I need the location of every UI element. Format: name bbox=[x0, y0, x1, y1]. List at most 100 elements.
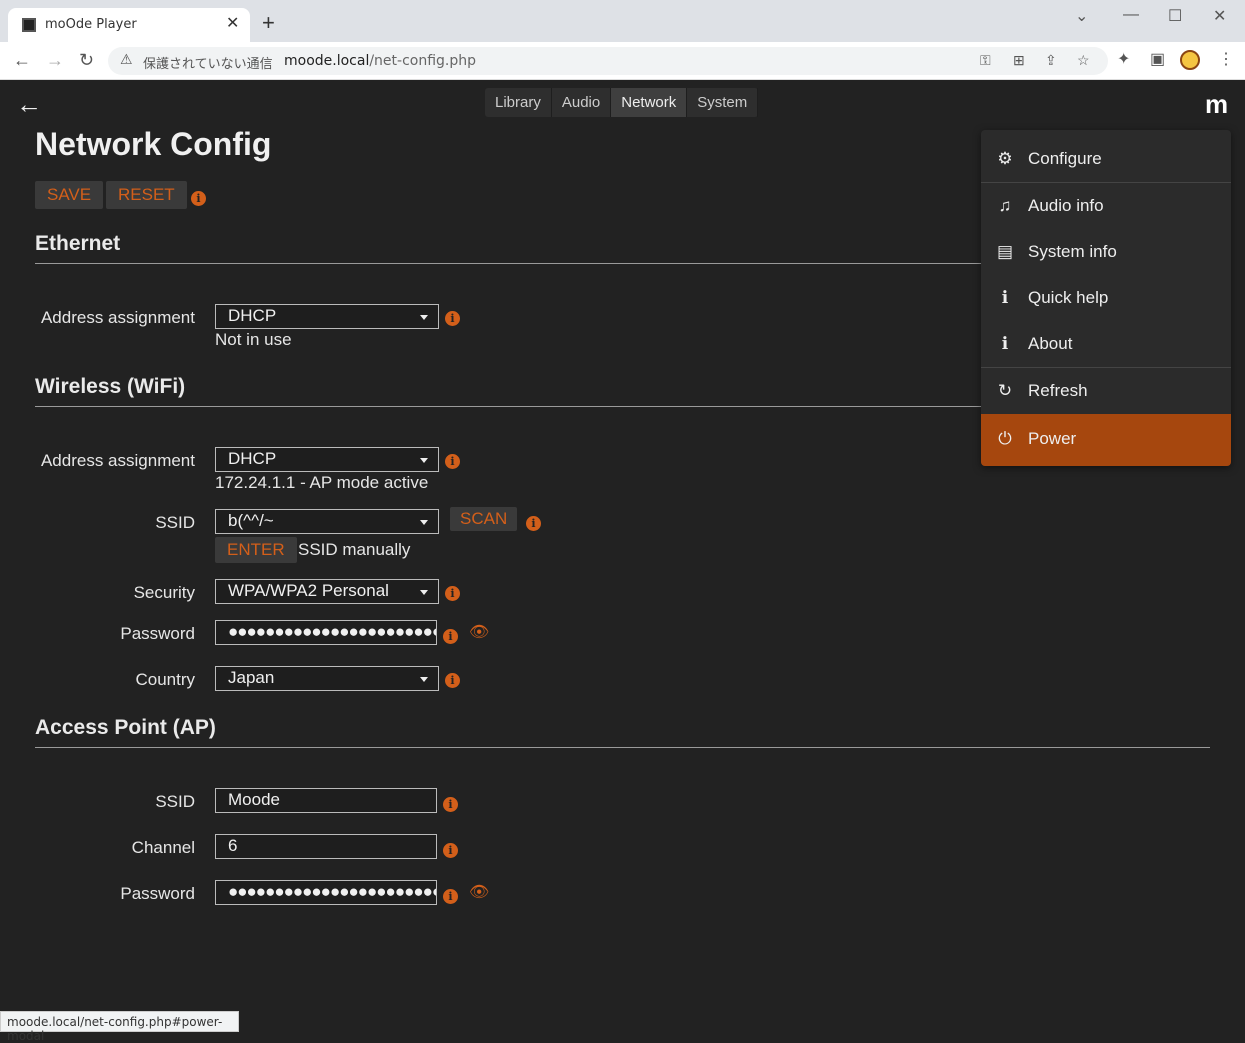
eth-address-label: Address assignment bbox=[40, 308, 195, 327]
wifi-password-input[interactable]: ●●●●●●●●●●●●●●●●●●●●●●●● bbox=[215, 620, 437, 645]
menu-kebab-icon[interactable]: ⋮ bbox=[1218, 49, 1234, 69]
eth-status: Not in use bbox=[215, 330, 292, 349]
ap-password-input[interactable]: ●●●●●●●●●●●●●●●●●●●●●●●● bbox=[215, 880, 437, 905]
window-close-icon[interactable]: ✕ bbox=[1213, 6, 1226, 26]
tab-title: moOde Player bbox=[45, 17, 137, 32]
scan-button[interactable]: SCAN bbox=[450, 507, 518, 531]
menu-item-label: System info bbox=[1028, 242, 1117, 261]
browser-tab[interactable]: moOde Player ✕ bbox=[8, 8, 250, 42]
info-icon[interactable]: i bbox=[445, 311, 460, 326]
country-value: Japan bbox=[228, 668, 275, 687]
menu-item-audio-info[interactable]: ♫ Audio info bbox=[981, 182, 1231, 228]
extensions-icon[interactable]: ✦ bbox=[1117, 49, 1130, 69]
divider bbox=[35, 747, 1210, 748]
wifi-status: 172.24.1.1 - AP mode active bbox=[215, 473, 429, 492]
browser-tab-strip: moOde Player ✕ + ⌄ — ☐ ✕ bbox=[0, 0, 1245, 42]
omnibox[interactable]: ⚠ 保護されていない通信 moode.local/net-config.php … bbox=[108, 47, 1108, 75]
wifi-ssid-value: b(^^/~ bbox=[228, 511, 274, 530]
maximize-icon[interactable]: ☐ bbox=[1168, 6, 1182, 26]
status-url-bar: moode.local/net-config.php#power-modal bbox=[0, 1011, 239, 1043]
music-note-icon: ♫ bbox=[998, 196, 1012, 215]
wifi-address-label: Address assignment bbox=[40, 451, 195, 470]
profile-avatar[interactable] bbox=[1180, 50, 1200, 70]
country-label: Country bbox=[135, 670, 195, 689]
reload-icon[interactable]: ↻ bbox=[79, 50, 94, 71]
side-panel-icon[interactable]: ▣ bbox=[1150, 49, 1165, 69]
menu-item-power[interactable]: ⏻ Power bbox=[981, 414, 1231, 466]
tab-system[interactable]: System bbox=[687, 88, 759, 117]
refresh-icon: ↻ bbox=[997, 381, 1013, 400]
menu-item-label: Quick help bbox=[1028, 288, 1109, 307]
back-arrow-icon[interactable]: ← bbox=[16, 89, 42, 120]
moode-logo[interactable]: m bbox=[1205, 89, 1228, 120]
menu-item-refresh[interactable]: ↻ Refresh bbox=[981, 367, 1231, 413]
save-button[interactable]: SAVE bbox=[35, 181, 104, 209]
menu-item-label: Power bbox=[1028, 429, 1077, 448]
address-bar: ← → ↻ ⚠ 保護されていない通信 moode.local/net-confi… bbox=[0, 42, 1245, 80]
favicon-icon bbox=[22, 18, 36, 32]
translate-icon[interactable]: ⊞ bbox=[1013, 52, 1025, 69]
back-icon[interactable]: ← bbox=[13, 50, 31, 71]
menu-item-label: About bbox=[1028, 334, 1073, 353]
key-icon[interactable]: ⚿ bbox=[980, 52, 991, 69]
forward-icon[interactable]: → bbox=[46, 50, 64, 71]
minimize-icon[interactable]: — bbox=[1123, 6, 1139, 24]
enter-ssid-text: SSID manually bbox=[298, 540, 411, 559]
eye-icon[interactable]: 👁 bbox=[469, 622, 489, 642]
menu-item-label: Refresh bbox=[1028, 381, 1088, 400]
menu-item-about[interactable]: ℹ About bbox=[981, 321, 1231, 367]
chevron-down-icon bbox=[420, 677, 428, 682]
wifi-ssid-label: SSID bbox=[155, 513, 195, 532]
share-icon[interactable]: ⇪ bbox=[1045, 52, 1057, 69]
chevron-down-icon bbox=[420, 520, 428, 525]
url-path: /net-config.php bbox=[369, 53, 477, 69]
menu-item-system-info[interactable]: ▤ System info bbox=[981, 229, 1231, 275]
wifi-address-value: DHCP bbox=[228, 449, 277, 468]
page-content: ← Library Audio Network System m Network… bbox=[0, 81, 1245, 1032]
info-icon: ℹ bbox=[1001, 334, 1009, 353]
file-icon: ▤ bbox=[996, 242, 1014, 261]
info-icon[interactable]: i bbox=[445, 454, 460, 469]
tab-library[interactable]: Library bbox=[485, 88, 552, 117]
menu-item-configure[interactable]: ⚙ Configure bbox=[981, 136, 1231, 182]
close-icon[interactable]: ✕ bbox=[226, 13, 239, 33]
bookmark-star-icon[interactable]: ☆ bbox=[1077, 52, 1090, 69]
eye-icon[interactable]: 👁 bbox=[469, 882, 489, 902]
info-icon[interactable]: i bbox=[443, 797, 458, 812]
menu-item-quick-help[interactable]: ℹ Quick help bbox=[981, 275, 1231, 321]
eth-address-select[interactable]: DHCP bbox=[215, 304, 439, 329]
ap-channel-label: Channel bbox=[131, 838, 195, 857]
info-icon[interactable]: i bbox=[443, 889, 458, 904]
tab-audio[interactable]: Audio bbox=[552, 88, 612, 117]
ap-password-label: Password bbox=[120, 884, 195, 903]
power-icon: ⏻ bbox=[998, 429, 1012, 448]
new-tab-icon[interactable]: + bbox=[262, 12, 275, 34]
ap-heading: Access Point (AP) bbox=[35, 716, 216, 739]
wifi-address-select[interactable]: DHCP bbox=[215, 447, 439, 472]
tab-network[interactable]: Network bbox=[611, 88, 688, 117]
security-label: Security bbox=[133, 583, 195, 602]
top-nav: Library Audio Network System bbox=[485, 88, 759, 117]
enter-ssid-button[interactable]: ENTER bbox=[215, 537, 297, 563]
info-icon[interactable]: i bbox=[443, 843, 458, 858]
menu-item-label: Configure bbox=[1028, 149, 1102, 168]
tab-search-icon[interactable]: ⌄ bbox=[1075, 6, 1088, 26]
wifi-password-label: Password bbox=[120, 624, 195, 643]
warning-icon[interactable]: ⚠ bbox=[120, 51, 133, 68]
ap-channel-input[interactable]: 6 bbox=[215, 834, 437, 859]
page-title: Network Config bbox=[35, 126, 272, 162]
info-icon[interactable]: i bbox=[526, 516, 541, 531]
eth-address-value: DHCP bbox=[228, 306, 277, 325]
info-icon[interactable]: i bbox=[445, 586, 460, 601]
country-select[interactable]: Japan bbox=[215, 666, 439, 691]
info-icon[interactable]: i bbox=[443, 629, 458, 644]
ap-ssid-input[interactable]: Moode bbox=[215, 788, 437, 813]
url-text[interactable]: moode.local/net-config.php bbox=[284, 53, 476, 69]
info-icon[interactable]: i bbox=[445, 673, 460, 688]
wifi-ssid-select[interactable]: b(^^/~ bbox=[215, 509, 439, 534]
security-select[interactable]: WPA/WPA2 Personal bbox=[215, 579, 439, 604]
security-status[interactable]: 保護されていない通信 bbox=[143, 53, 273, 72]
info-icon: ℹ bbox=[1001, 288, 1009, 307]
info-icon[interactable]: i bbox=[191, 191, 206, 206]
reset-button[interactable]: RESET bbox=[106, 181, 187, 209]
